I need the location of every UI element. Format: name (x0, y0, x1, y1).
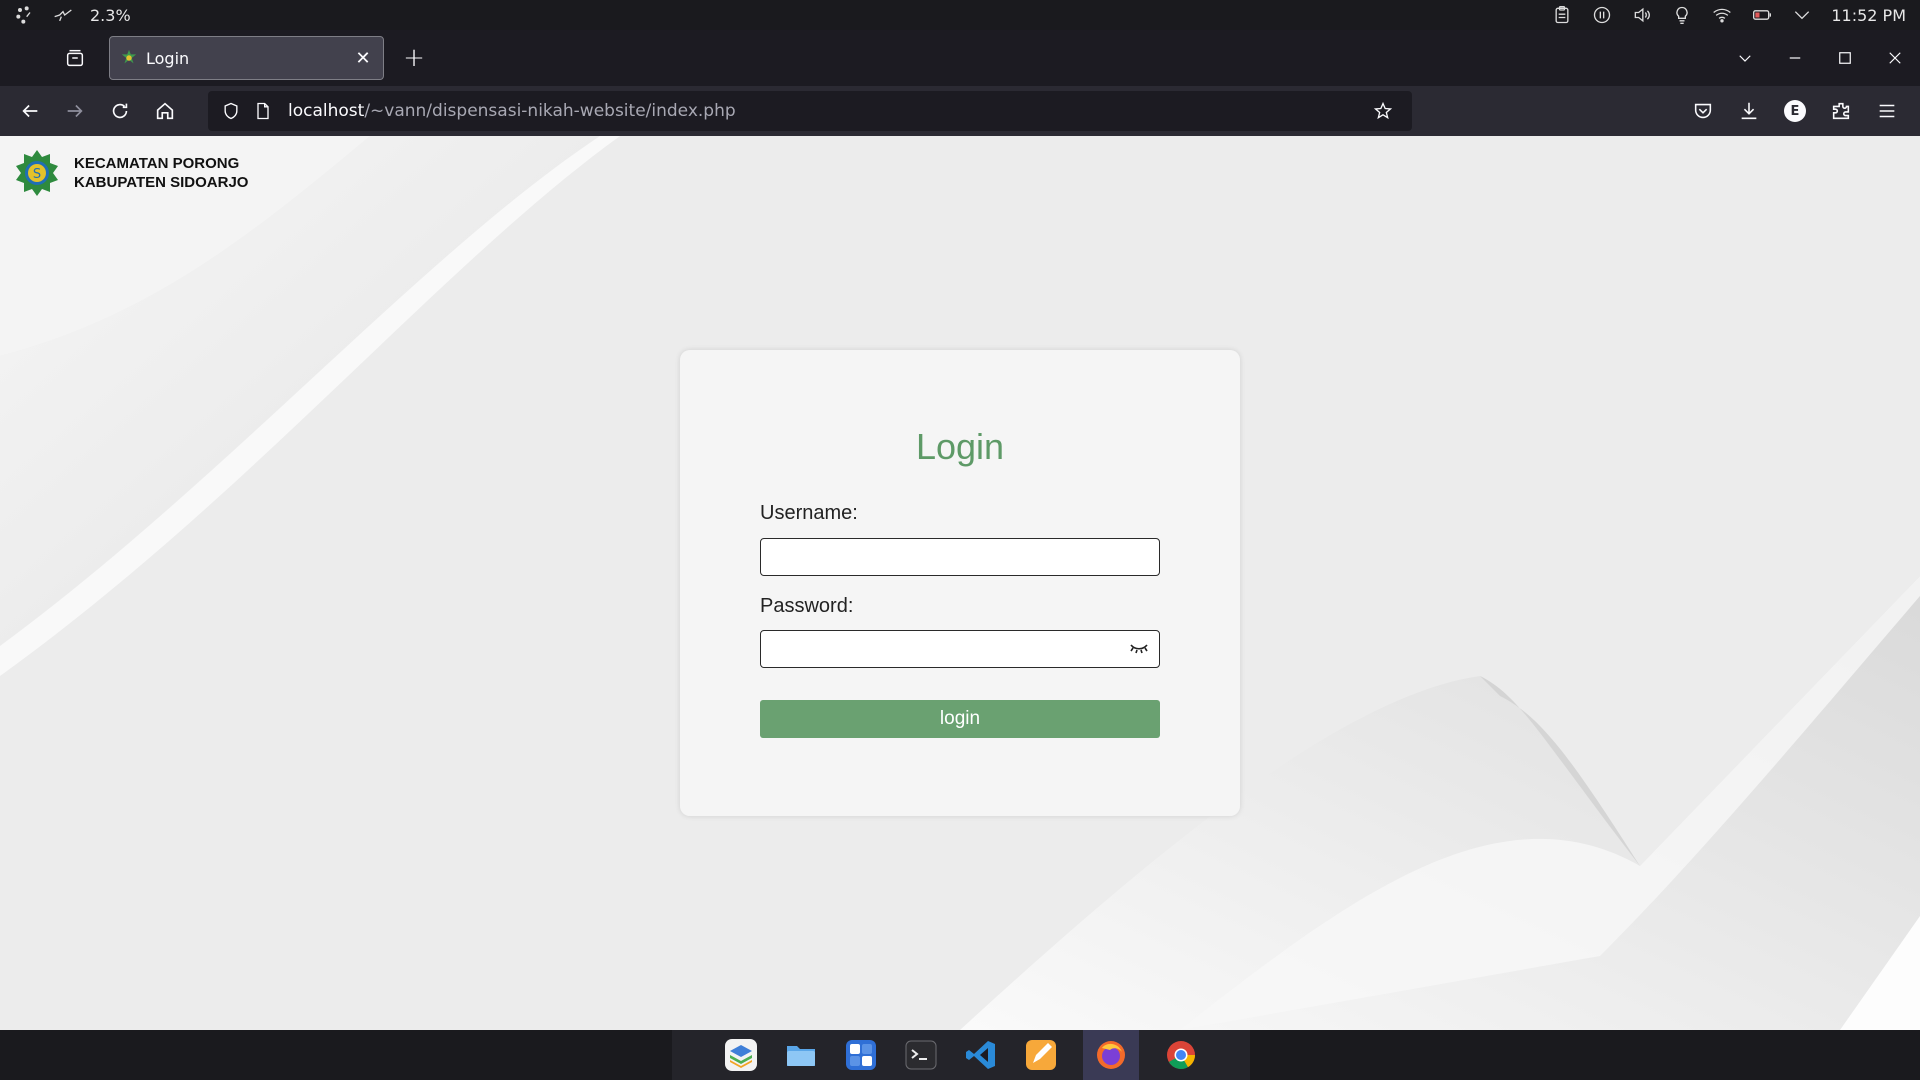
url-text[interactable]: localhost/~vann/dispensasi-nikah-website… (288, 101, 1370, 121)
brand-text: KECAMATAN PORONG KABUPATEN SIDOARJO (74, 154, 248, 192)
svg-text:S: S (33, 167, 41, 182)
login-card: Login Username: Password: login (680, 350, 1240, 816)
downloads-icon[interactable] (1736, 98, 1762, 124)
text-editor-icon[interactable] (1023, 1037, 1059, 1073)
home-icon (156, 102, 174, 120)
login-heading: Login (915, 426, 1005, 467)
reload-button[interactable] (102, 93, 138, 129)
username-label: Username: (760, 502, 858, 524)
forward-button[interactable] (57, 93, 93, 129)
calculator-icon[interactable] (843, 1037, 879, 1073)
system-top-bar: 2.3% 11:52 PM (0, 0, 1920, 30)
pause-icon[interactable] (1591, 4, 1613, 26)
arrow-right-icon (67, 104, 83, 118)
new-tab-button[interactable]: + (396, 40, 432, 76)
wifi-icon[interactable] (1711, 4, 1733, 26)
tab-login[interactable]: Login ✕ (109, 36, 384, 80)
firefox-icon[interactable] (1083, 1030, 1139, 1080)
tab-title: Login (146, 48, 190, 68)
toggle-password-visibility-icon[interactable] (1128, 638, 1150, 660)
login-button[interactable]: login (760, 700, 1160, 738)
back-button[interactable] (12, 93, 48, 129)
username-input[interactable] (760, 538, 1160, 576)
activities-icon[interactable] (14, 4, 36, 26)
url-host: localhost (288, 101, 365, 121)
close-window-icon[interactable] (1884, 47, 1906, 69)
chevron-down-icon[interactable] (1791, 4, 1813, 26)
password-label: Password: (760, 595, 854, 617)
clipboard-icon[interactable] (1551, 4, 1573, 26)
layers-app-icon[interactable] (723, 1037, 759, 1073)
arrow-left-icon (22, 104, 38, 118)
page-viewport: S KECAMATAN PORONG KABUPATEN SIDOARJO Lo… (0, 136, 1920, 1030)
account-initial: E (1784, 100, 1806, 122)
extensions-icon[interactable] (1828, 98, 1854, 124)
tab-strip: Login ✕ + (0, 30, 1920, 86)
list-all-tabs-icon[interactable] (1734, 47, 1756, 69)
chrome-icon[interactable] (1163, 1037, 1199, 1073)
site-favicon (121, 49, 137, 64)
tab-overview-icon (66, 49, 84, 67)
clock[interactable]: 11:52 PM (1831, 6, 1906, 25)
tracking-protection-shield-icon[interactable] (218, 98, 244, 124)
url-bar[interactable]: localhost/~vann/dispensasi-nikah-website… (208, 91, 1412, 131)
battery-icon[interactable] (1751, 4, 1773, 26)
pocket-icon[interactable] (1690, 98, 1716, 124)
taskbar-dock (0, 1030, 1920, 1080)
menu-hamburger-icon[interactable] (1874, 98, 1900, 124)
site-brand[interactable]: S KECAMATAN PORONG KABUPATEN SIDOARJO (12, 148, 248, 198)
navigation-toolbar: localhost/~vann/dispensasi-nikah-website… (0, 86, 1920, 136)
tab-close-icon[interactable]: ✕ (353, 48, 373, 69)
tab-overview-button[interactable] (53, 36, 97, 80)
page-info-icon[interactable] (250, 98, 276, 124)
system-monitor-icon[interactable] (52, 4, 74, 26)
cpu-usage-label: 2.3% (90, 5, 131, 25)
vscode-icon[interactable] (963, 1037, 999, 1073)
account-avatar[interactable]: E (1782, 98, 1808, 124)
terminal-icon[interactable] (903, 1037, 939, 1073)
files-icon[interactable] (783, 1037, 819, 1073)
lightbulb-icon[interactable] (1671, 4, 1693, 26)
reload-icon (112, 103, 128, 119)
brand-line-1: KECAMATAN PORONG (74, 155, 240, 172)
maximize-icon[interactable] (1834, 47, 1856, 69)
bookmark-star-icon[interactable] (1370, 98, 1396, 124)
home-button[interactable] (147, 93, 183, 129)
volume-icon[interactable] (1631, 4, 1653, 26)
minimize-icon[interactable] (1784, 47, 1806, 69)
brand-line-2: KABUPATEN SIDOARJO (74, 174, 249, 191)
url-path: /~vann/dispensasi-nikah-website/index.ph… (364, 101, 736, 121)
sidoarjo-emblem-logo: S (16, 150, 58, 196)
password-input[interactable] (760, 630, 1160, 668)
